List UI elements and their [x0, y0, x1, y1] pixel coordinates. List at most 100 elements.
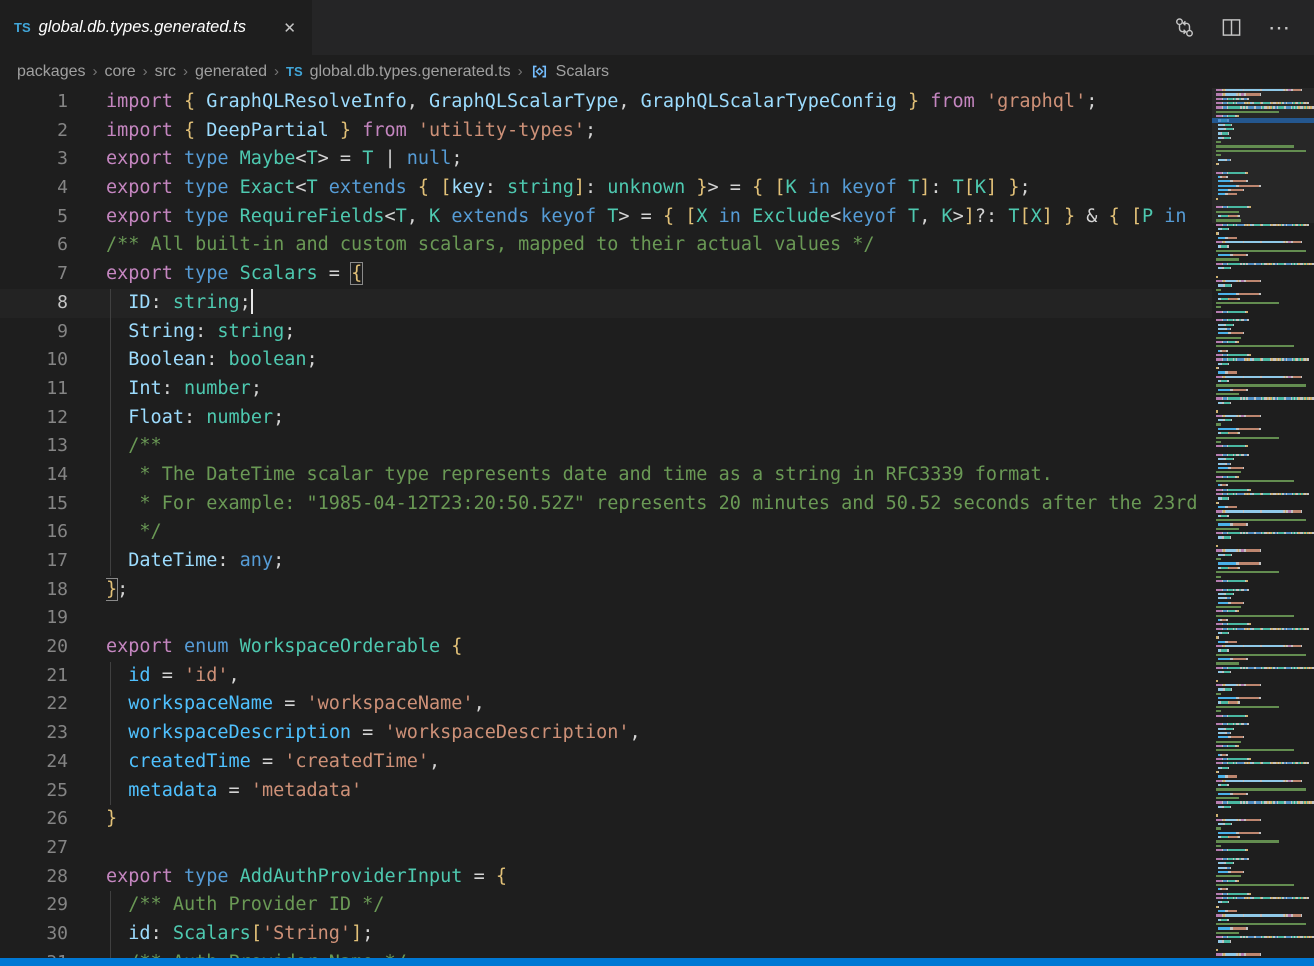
code-line[interactable]: 15 * For example: "1985-04-12T23:20:50.5…	[0, 490, 1212, 519]
line-number[interactable]: 27	[0, 834, 106, 863]
token-pun	[351, 120, 362, 141]
code-editor[interactable]: 1import { GraphQLResolveInfo, GraphQLSca…	[0, 88, 1212, 958]
line-number[interactable]: 2	[0, 117, 106, 146]
token-typ: K	[429, 206, 440, 227]
line-number[interactable]: 30	[0, 920, 106, 949]
code-line[interactable]: 7export type Scalars = {	[0, 260, 1212, 289]
code-line[interactable]: 5export type RequireFields<T, K extends …	[0, 203, 1212, 232]
line-number[interactable]: 10	[0, 346, 106, 375]
line-number[interactable]: 31	[0, 949, 106, 958]
breadcrumb-item-symbol-scalars[interactable]: Scalars	[556, 63, 609, 81]
line-number[interactable]: 8	[0, 289, 106, 318]
split-editor-button[interactable]	[1221, 17, 1242, 38]
tab-global-db-types[interactable]: TS global.db.types.generated.ts ✕	[0, 0, 312, 55]
code-line[interactable]: 16 */	[0, 518, 1212, 547]
line-number[interactable]: 23	[0, 719, 106, 748]
line-number[interactable]: 9	[0, 318, 106, 347]
line-number[interactable]: 26	[0, 805, 106, 834]
code-line[interactable]: 17 DateTime: any;	[0, 547, 1212, 576]
line-number[interactable]: 29	[0, 891, 106, 920]
breadcrumb-item-core[interactable]: core	[105, 63, 136, 81]
token-pun	[329, 120, 340, 141]
line-number[interactable]: 13	[0, 432, 106, 461]
token-pun: ;	[284, 321, 295, 342]
code-line[interactable]: 18};	[0, 576, 1212, 605]
line-number[interactable]: 1	[0, 88, 106, 117]
code-line[interactable]: 9 String: string;	[0, 318, 1212, 347]
line-number[interactable]: 5	[0, 203, 106, 232]
breadcrumb: packages › core › src › generated › TS g…	[0, 55, 1314, 88]
line-number[interactable]: 14	[0, 461, 106, 490]
line-number[interactable]: 25	[0, 777, 106, 806]
line-number[interactable]: 20	[0, 633, 106, 662]
more-actions-button[interactable]: ⋯	[1268, 23, 1292, 33]
code-line[interactable]: 13 /**	[0, 432, 1212, 461]
line-number[interactable]: 11	[0, 375, 106, 404]
code-line[interactable]: 28export type AddAuthProviderInput = {	[0, 863, 1212, 892]
line-number[interactable]: 18	[0, 576, 106, 605]
code-line[interactable]: 10 Boolean: boolean;	[0, 346, 1212, 375]
code-line[interactable]: 31 /** Auth Provider Name */	[0, 949, 1212, 958]
open-changes-button[interactable]	[1174, 17, 1195, 38]
line-number[interactable]: 19	[0, 604, 106, 633]
code-line[interactable]: 19	[0, 604, 1212, 633]
code-line[interactable]: 29 /** Auth Provider ID */	[0, 891, 1212, 920]
minimap[interactable]	[1212, 88, 1314, 958]
code-line[interactable]: 4export type Exact<T extends { [key: str…	[0, 174, 1212, 203]
token-kw: export	[106, 636, 173, 657]
code-text: Boolean: boolean;	[106, 346, 1212, 375]
code-line[interactable]: 20export enum WorkspaceOrderable {	[0, 633, 1212, 662]
line-number[interactable]: 28	[0, 863, 106, 892]
token-typ: WorkspaceOrderable	[240, 636, 440, 657]
breadcrumb-item-filename[interactable]: global.db.types.generated.ts	[310, 63, 511, 81]
code-line[interactable]: 21 id = 'id',	[0, 662, 1212, 691]
line-number[interactable]: 22	[0, 690, 106, 719]
breadcrumb-item-packages[interactable]: packages	[17, 63, 86, 81]
line-number[interactable]: 4	[0, 174, 106, 203]
token-pun: :	[151, 923, 173, 944]
token-pun	[429, 177, 440, 198]
line-number[interactable]: 17	[0, 547, 106, 576]
code-line[interactable]: 30 id: Scalars['String'];	[0, 920, 1212, 949]
code-line[interactable]: 8 ID: string;	[0, 289, 1212, 318]
code-line[interactable]: 3export type Maybe<T> = T | null;	[0, 145, 1212, 174]
token-pun: ?:	[975, 206, 1008, 227]
code-line[interactable]: 22 workspaceName = 'workspaceName',	[0, 690, 1212, 719]
token-typ: Exact	[240, 177, 296, 198]
close-icon[interactable]: ✕	[279, 17, 300, 39]
code-line[interactable]: 25 metadata = 'metadata'	[0, 777, 1212, 806]
code-line[interactable]: 14 * The DateTime scalar type represents…	[0, 461, 1212, 490]
breadcrumb-item-generated[interactable]: generated	[195, 63, 267, 81]
token-pun: :	[585, 177, 607, 198]
code-line[interactable]: 12 Float: number;	[0, 404, 1212, 433]
code-line[interactable]: 23 workspaceDescription = 'workspaceDesc…	[0, 719, 1212, 748]
line-number[interactable]: 16	[0, 518, 106, 547]
code-line[interactable]: 2import { DeepPartial } from 'utility-ty…	[0, 117, 1212, 146]
line-number[interactable]: 6	[0, 231, 106, 260]
token-typ: string	[173, 292, 240, 313]
breadcrumb-item-src[interactable]: src	[155, 63, 176, 81]
token-pun: =	[151, 665, 184, 686]
code-line[interactable]: 26}	[0, 805, 1212, 834]
token-typ: K	[941, 206, 952, 227]
line-number[interactable]: 21	[0, 662, 106, 691]
code-line[interactable]: 6/** All built-in and custom scalars, ma…	[0, 231, 1212, 260]
line-number[interactable]: 12	[0, 404, 106, 433]
token-pun: ;	[273, 550, 284, 571]
code-line[interactable]: 11 Int: number;	[0, 375, 1212, 404]
code-line[interactable]: 24 createdTime = 'createdTime',	[0, 748, 1212, 777]
token-pun	[229, 263, 240, 284]
line-number[interactable]: 7	[0, 260, 106, 289]
code-line[interactable]: 27	[0, 834, 1212, 863]
token-pun: > =	[618, 206, 663, 227]
line-number[interactable]: 24	[0, 748, 106, 777]
token-com: /**	[106, 435, 162, 456]
line-number[interactable]: 3	[0, 145, 106, 174]
token-pun: :	[184, 407, 206, 428]
indent-guide	[110, 949, 111, 958]
line-number[interactable]: 15	[0, 490, 106, 519]
token-var: String	[128, 321, 195, 342]
token-pun	[318, 177, 329, 198]
code-line[interactable]: 1import { GraphQLResolveInfo, GraphQLSca…	[0, 88, 1212, 117]
token-typ: Scalars	[173, 923, 251, 944]
